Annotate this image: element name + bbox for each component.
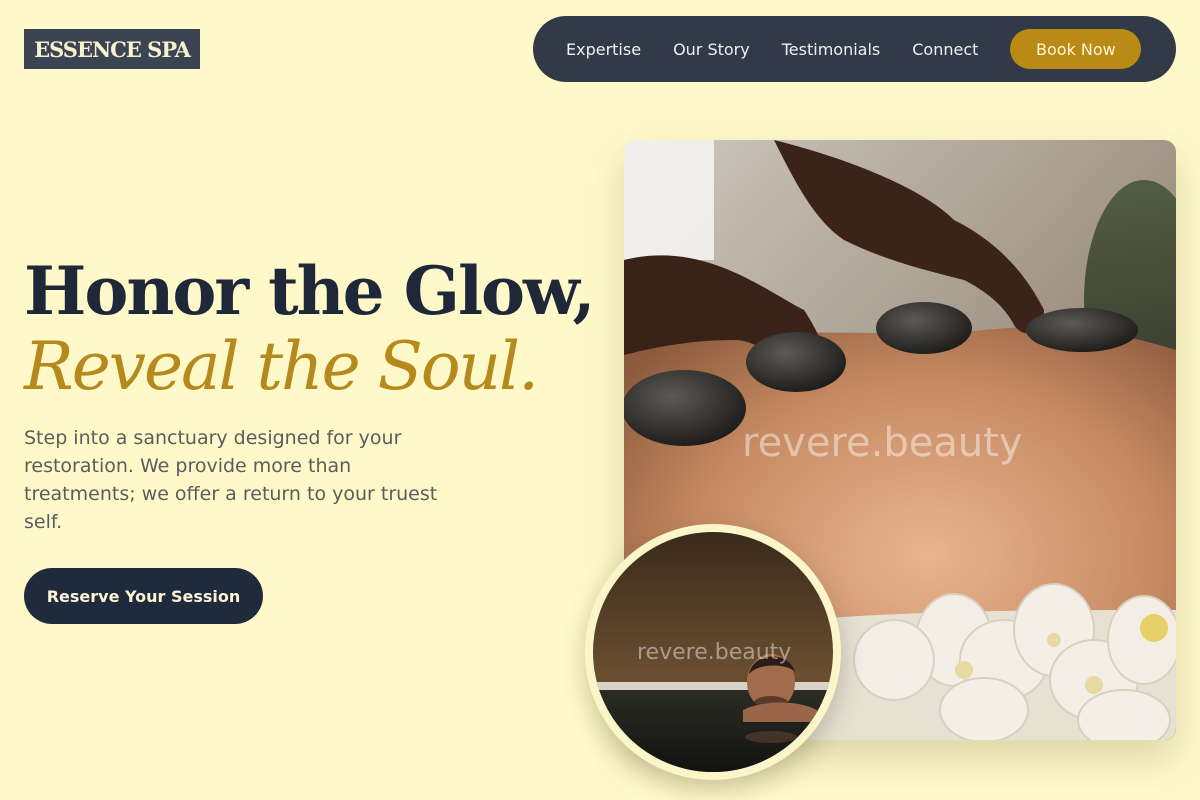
nav-connect[interactable]: Connect [912,40,978,59]
logo[interactable]: ESSENCE SPA [24,29,200,69]
reserve-session-button[interactable]: Reserve Your Session [24,568,263,624]
main-nav: Expertise Our Story Testimonials Connect… [533,16,1176,82]
hero-description: Step into a sanctuary designed for your … [24,427,438,533]
nav-expertise[interactable]: Expertise [566,40,641,59]
nav-our-story[interactable]: Our Story [673,40,750,59]
circle-image-watermark: revere.beauty [637,640,792,665]
nav-testimonials[interactable]: Testimonials [782,40,881,59]
headline-line2: Reveal the Soul. [24,328,539,405]
headline-line1: Honor the Glow, [24,252,595,330]
secondary-image-frame: revere.beauty [585,524,841,780]
book-now-button[interactable]: Book Now [1010,29,1142,69]
main-image-watermark: revere.beauty [742,420,1023,466]
